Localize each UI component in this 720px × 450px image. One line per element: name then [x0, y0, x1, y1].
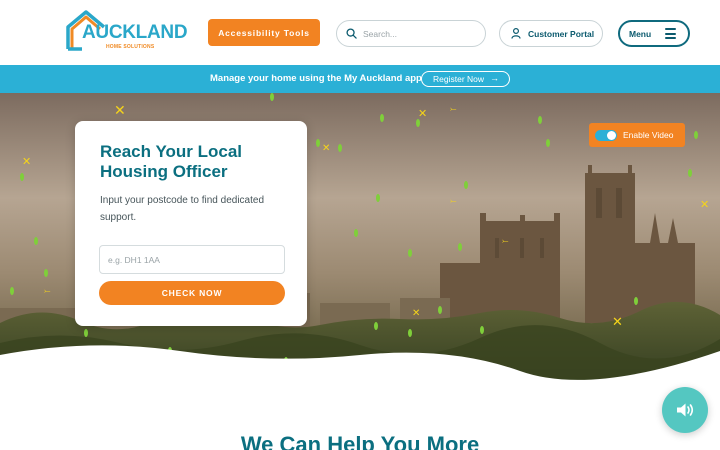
check-now-button[interactable]: CHECK NOW: [99, 281, 285, 305]
svg-text:✕: ✕: [612, 315, 623, 330]
accessibility-tools-button[interactable]: Accessibility Tools: [208, 19, 320, 46]
enable-video-label: Enable Video: [623, 130, 674, 140]
housing-officer-card: Reach Your Local Housing Officer Input y…: [75, 121, 307, 326]
search-icon: [346, 28, 357, 39]
svg-text:✕: ✕: [22, 155, 31, 168]
svg-text:✕: ✕: [412, 308, 420, 319]
svg-text:✕: ✕: [114, 103, 126, 119]
register-now-label: Register Now: [433, 74, 485, 84]
section-heading: We Can Help You More: [240, 432, 480, 450]
site-header: AUCKLAND HOME SOLUTIONS Accessibility To…: [0, 0, 720, 65]
svg-text:⤚: ⤚: [450, 196, 457, 205]
menu-button[interactable]: Menu: [618, 20, 690, 47]
svg-text:⤚: ⤚: [502, 236, 509, 245]
postcode-input[interactable]: [99, 245, 285, 274]
hamburger-icon: [665, 28, 676, 39]
user-icon: [511, 28, 521, 39]
toggle-icon: [595, 129, 617, 141]
search-box[interactable]: [336, 20, 486, 47]
banner-text: Manage your home using the My Auckland a…: [210, 73, 422, 84]
svg-text:⤚: ⤚: [450, 104, 457, 113]
customer-portal-label: Customer Portal: [528, 28, 595, 39]
brand-name: AUCKLAND: [82, 22, 188, 43]
arrow-right-icon: →: [490, 73, 499, 83]
svg-text:✕: ✕: [322, 143, 330, 154]
enable-video-toggle[interactable]: Enable Video: [589, 123, 685, 147]
audio-button[interactable]: [662, 387, 708, 433]
app-promo-banner: Manage your home using the My Auckland a…: [0, 65, 720, 93]
register-now-button[interactable]: Register Now →: [421, 71, 510, 87]
customer-portal-button[interactable]: Customer Portal: [499, 20, 603, 47]
brand-tagline: HOME SOLUTIONS: [106, 44, 155, 50]
menu-label: Menu: [629, 28, 652, 39]
svg-text:⤚: ⤚: [44, 286, 51, 295]
search-input[interactable]: [363, 28, 473, 39]
card-title: Reach Your Local Housing Officer: [100, 142, 243, 181]
speaker-icon: [677, 403, 694, 417]
svg-text:✕: ✕: [418, 107, 427, 120]
svg-text:✕: ✕: [700, 198, 709, 211]
card-description: Input your postcode to find dedicated su…: [100, 195, 265, 223]
